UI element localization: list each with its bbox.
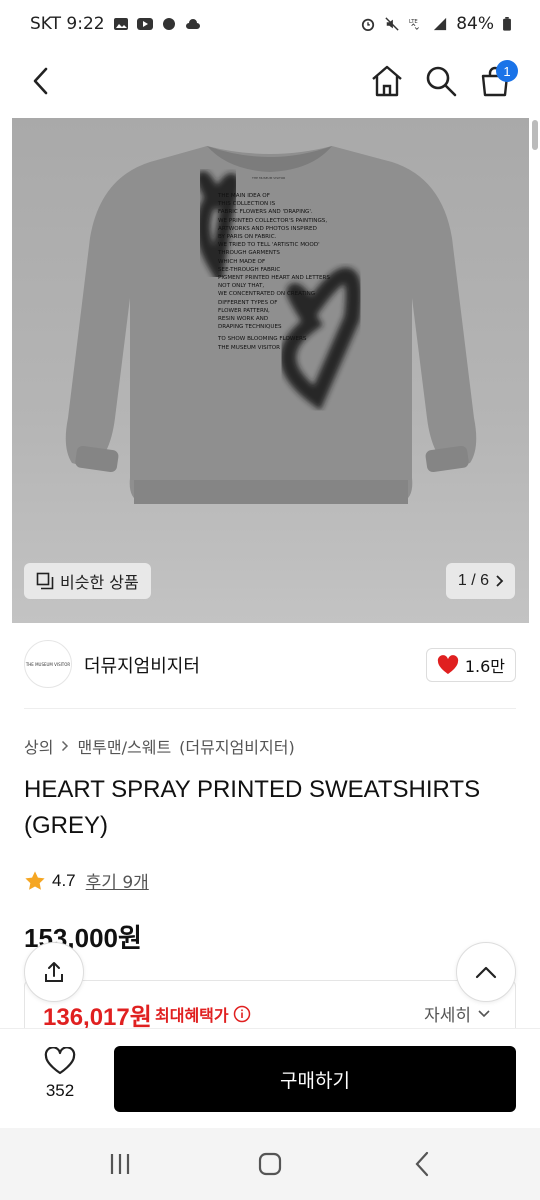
- neck-label: THE MUSEUM VISITOR: [252, 176, 286, 180]
- wishlist-button[interactable]: 352: [32, 1047, 88, 1101]
- status-bar: SKT 9:22 LTE 84%: [0, 0, 540, 50]
- product-title: HEART SPRAY PRINTED SWEATSHIRTS (GREY): [24, 776, 481, 839]
- cart-count-badge: 1: [496, 60, 518, 82]
- back-nav-button[interactable]: [402, 1146, 442, 1182]
- system-nav-bar: [0, 1128, 540, 1200]
- share-icon: [45, 962, 63, 982]
- lte-signal-icon: LTE: [409, 19, 420, 30]
- image-page-indicator[interactable]: 1 / 6: [445, 563, 515, 599]
- youtube-icon: [136, 18, 153, 30]
- carrier-time: SKT 9:22: [30, 14, 105, 34]
- print-line: ARTWORKS AND PHOTOS INSPIRED: [218, 225, 317, 232]
- print-line: WE TRIED TO TELL 'ARTISTIC MOOD': [218, 242, 320, 249]
- info-icon[interactable]: [233, 1005, 251, 1023]
- brand-logo-text: THE MUSEUM VISITOR: [25, 661, 71, 667]
- chevron-up-icon: [475, 966, 497, 979]
- search-icon: [426, 66, 457, 97]
- recent-apps-button[interactable]: [100, 1146, 140, 1182]
- brand-row[interactable]: THE MUSEUM VISITOR 더뮤지엄비지터 1.6만: [0, 636, 540, 696]
- breadcrumb-subcategory[interactable]: 맨투맨/스웨트: [77, 734, 171, 758]
- gallery-icon: [113, 18, 128, 30]
- home-button[interactable]: [364, 58, 410, 104]
- print-line: DRAPING TECHNIQUES: [218, 324, 282, 331]
- benefit-label: 최대혜택가: [155, 1006, 229, 1025]
- brand-name[interactable]: 더뮤지엄비지터: [84, 652, 200, 678]
- page-indicator-text: 1 / 6: [457, 572, 489, 589]
- app-notification-icon: [162, 18, 175, 30]
- brand-logo[interactable]: THE MUSEUM VISITOR: [24, 640, 72, 688]
- scroll-top-button[interactable]: [456, 942, 516, 1002]
- cloud-icon: [185, 19, 200, 29]
- print-line: BY PARIS ON FABRIC.: [218, 234, 277, 241]
- print-line: NOT ONLY THAT,: [218, 283, 265, 290]
- app-header: 1: [0, 50, 540, 112]
- chevron-down-icon: [478, 1009, 490, 1017]
- rating-value: 4.7: [52, 870, 76, 890]
- star-icon: [25, 870, 45, 890]
- breadcrumb-category[interactable]: 상의: [24, 734, 53, 758]
- battery-icon: [503, 17, 511, 31]
- benefit-label-group: 최대혜택가: [155, 1002, 251, 1026]
- product-image-carousel[interactable]: THE MAIN IDEA OF THIS COLLECTION IS FABR…: [12, 118, 529, 623]
- divider: [24, 708, 516, 709]
- print-line: TO SHOW BLOOMING FLOWERS: [218, 336, 307, 343]
- back-arrow-icon: [415, 1151, 429, 1177]
- print-line: SEE-THROUGH FABRIC: [218, 266, 281, 273]
- similar-items-icon: [36, 572, 54, 590]
- print-line: PIGMENT PRINTED HEART AND LETTERS: [218, 275, 330, 282]
- home-square-icon: [258, 1152, 282, 1176]
- print-line: WHICH MADE OF: [218, 258, 266, 265]
- breadcrumb-brand[interactable]: (더뮤지엄비지터): [179, 734, 295, 758]
- print-line: FABRIC FLOWERS AND 'DRAPING'.: [218, 209, 313, 216]
- print-line: THROUGH GARMENTS: [218, 250, 280, 257]
- heart-outline-icon: [44, 1047, 76, 1075]
- back-button[interactable]: [18, 58, 64, 104]
- brand-like-button[interactable]: 1.6만: [425, 648, 516, 682]
- print-line: THIS COLLECTION IS: [218, 201, 276, 208]
- breadcrumb: 상의 맨투맨/스웨트 (더뮤지엄비지터): [24, 734, 295, 758]
- mute-icon: [385, 17, 399, 31]
- wishlist-count: 352: [45, 1081, 75, 1100]
- print-line: RESIN WORK AND: [218, 316, 269, 323]
- signal-icon: [434, 17, 447, 31]
- print-line: THE MAIN IDEA OF: [218, 193, 270, 199]
- share-button[interactable]: [24, 942, 84, 1002]
- print-line: DIFFERENT TYPES OF: [218, 299, 278, 306]
- similar-products-label: 비슷한 상품: [60, 573, 139, 592]
- status-right: LTE 84%: [360, 14, 512, 34]
- chevron-right-icon: [62, 740, 69, 752]
- recent-apps-icon: [110, 1154, 130, 1174]
- print-text-block: THE MAIN IDEA OF THIS COLLECTION IS FABR…: [218, 192, 358, 352]
- print-line: WE PRINTED COLLECTOR'S PAINTINGS,: [218, 217, 328, 224]
- print-line: FLOWER PATTERN,: [218, 307, 270, 314]
- heart-filled-icon: [437, 655, 458, 674]
- benefit-detail-label: 자세히: [424, 1006, 471, 1026]
- benefit-price: 136,017원: [43, 1004, 152, 1031]
- search-button[interactable]: [418, 58, 464, 104]
- home-nav-button[interactable]: [250, 1146, 290, 1182]
- review-link[interactable]: 후기 9개: [86, 868, 149, 893]
- chevron-right-icon: [496, 575, 504, 587]
- max-benefit-box[interactable]: 136,017원 최대혜택가 자세히: [24, 980, 516, 1031]
- status-left: SKT 9:22: [30, 14, 201, 34]
- alarm-icon: [362, 18, 375, 31]
- print-line: THE MUSEUM VISITOR: [218, 344, 281, 351]
- benefit-detail-button[interactable]: 자세히: [424, 1001, 491, 1026]
- home-icon: [372, 65, 402, 97]
- chevron-left-icon: [33, 67, 48, 95]
- page-scrollbar[interactable]: [532, 120, 538, 150]
- similar-products-button[interactable]: 비슷한 상품: [24, 563, 151, 599]
- brand-like-count: 1.6만: [464, 657, 505, 676]
- battery-percent: 84%: [456, 14, 494, 34]
- cart-button[interactable]: 1: [472, 58, 518, 104]
- rating-row: 4.7 후기 9개: [24, 868, 149, 893]
- print-line: WE CONCENTRATED ON CREATING: [218, 291, 316, 298]
- buy-button[interactable]: 구매하기: [114, 1046, 516, 1112]
- bottom-action-bar: 352 구매하기: [0, 1028, 540, 1128]
